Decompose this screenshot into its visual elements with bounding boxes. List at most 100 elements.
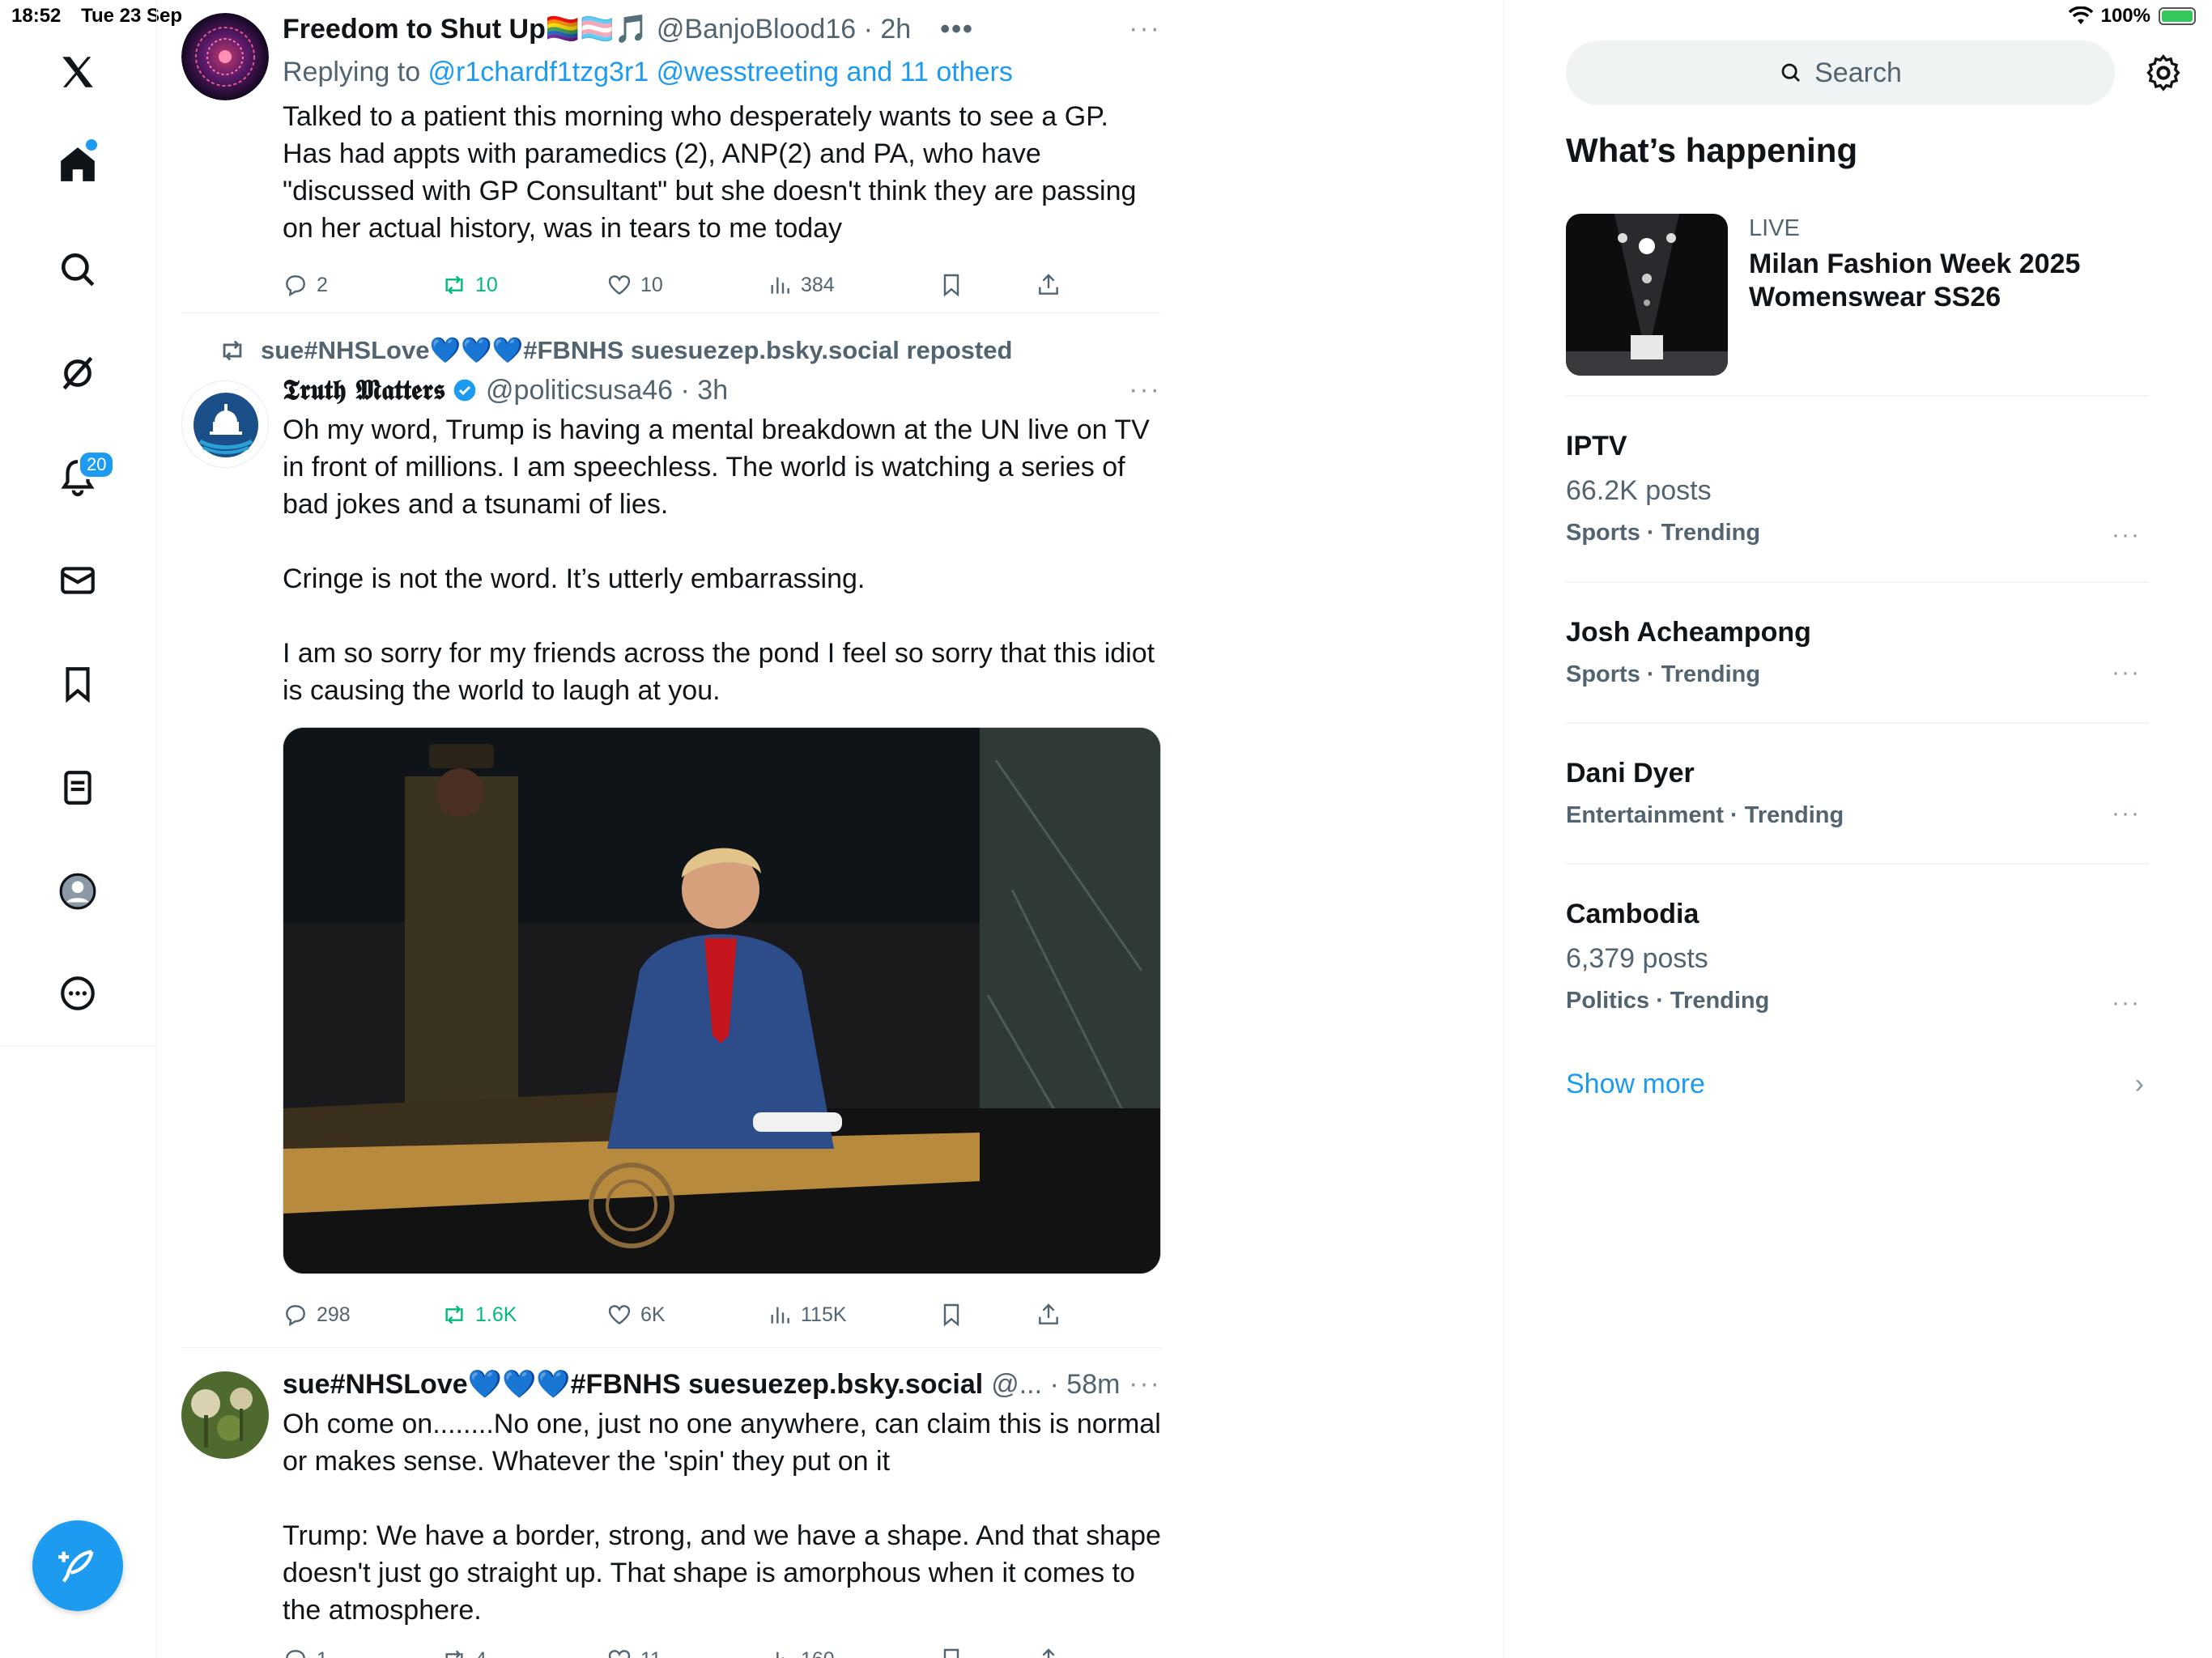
show-more-label: Show more <box>1566 1069 1705 1099</box>
search-icon <box>1781 63 1801 82</box>
repost-count: 1.6K <box>475 1303 517 1326</box>
tweet-actions: 1 4 11 160 <box>283 1643 1161 1658</box>
trend-more-icon[interactable]: ··· <box>2112 521 2141 549</box>
more-dots-icon[interactable]: ••• <box>940 14 974 45</box>
list-icon[interactable] <box>53 763 103 813</box>
tweet-text: Oh my word, Trump is having a mental bre… <box>283 414 1155 706</box>
tweet-divider <box>181 1347 1161 1348</box>
reply-count: 298 <box>317 1303 351 1326</box>
replying-to: Replying to @r1chardf1tzg3r1 @wesstreeti… <box>283 57 1161 88</box>
live-trend-title[interactable]: Milan Fashion Week 2025 Womenswear SS26 <box>1749 248 2154 314</box>
tweet-image[interactable] <box>283 727 1161 1274</box>
reply-button[interactable]: 2 <box>283 272 328 298</box>
compose-icon <box>58 1550 94 1583</box>
more-circle-icon[interactable] <box>53 968 103 1018</box>
mail-icon[interactable] <box>53 555 103 606</box>
show-more-link[interactable]: Show more › <box>1566 1069 2149 1100</box>
trend-divider <box>1566 863 2149 865</box>
repost-button[interactable]: 4 <box>441 1647 487 1658</box>
trend-item[interactable]: Cambodia 6,379 posts Politics · Trending… <box>1566 899 2149 1017</box>
trend-divider <box>1566 581 2149 583</box>
trend-context: Politics · Trending <box>1566 988 1770 1014</box>
repost-indicator: sue#NHSLove💙💙💙#FBNHS suesuezep.bsky.soci… <box>219 335 1158 365</box>
compose-button[interactable] <box>32 1520 123 1611</box>
avatar[interactable] <box>181 1371 269 1459</box>
author-name[interactable]: 𝕿𝖗𝖚𝖙𝖍 𝕸𝖆𝖙𝖙𝖊𝖗𝖘 <box>283 374 445 406</box>
gear-icon[interactable] <box>2144 53 2183 92</box>
like-button[interactable]: 10 <box>606 272 663 298</box>
trend-title: IPTV <box>1566 431 1627 461</box>
author-handle-time[interactable]: @... · 58m <box>991 1369 1120 1401</box>
tweet-more-icon[interactable]: ··· <box>1129 374 1161 406</box>
repost-button[interactable]: 10 <box>441 272 498 298</box>
bookmark-button[interactable] <box>938 1647 964 1658</box>
like-button[interactable]: 11 <box>606 1647 661 1658</box>
tweet-text: Talked to a patient this morning who des… <box>283 101 1144 244</box>
tweet-card[interactable]: Freedom to Shut Up🏳️‍🌈🏳️‍⚧️🎵 @BanjoBlood… <box>181 13 1161 304</box>
like-icon <box>608 1650 631 1658</box>
search-icon[interactable] <box>53 244 103 295</box>
like-icon <box>608 1305 631 1325</box>
avatar[interactable] <box>181 13 269 100</box>
reply-button[interactable]: 1 <box>283 1647 328 1658</box>
chevron-right-icon: › <box>2134 1069 2144 1099</box>
grok-icon[interactable] <box>53 348 103 398</box>
avatar[interactable] <box>181 380 269 468</box>
views-count: 160 <box>801 1648 835 1658</box>
trend-context: Sports · Trending <box>1566 520 1761 546</box>
bookmark-icon[interactable] <box>53 659 103 709</box>
tweet-card[interactable]: 𝕿𝖗𝖚𝖙𝖍 𝕸𝖆𝖙𝖙𝖊𝖗𝖘 @politicsusa46 · 3h Oh my … <box>181 374 1161 1329</box>
bookmark-icon <box>943 1303 959 1327</box>
repost-icon <box>445 1305 463 1324</box>
trend-more-icon[interactable]: ··· <box>2112 989 2141 1017</box>
author-name[interactable]: sue#NHSLove💙💙💙#FBNHS suesuezep.bsky.soci… <box>283 1368 983 1401</box>
tweet-card[interactable]: sue#NHSLove💙💙💙#FBNHS suesuezep.bsky.soci… <box>181 1368 1161 1658</box>
repost-by-text[interactable]: sue#NHSLove💙💙💙#FBNHS suesuezep.bsky.soci… <box>261 335 1012 365</box>
repost-button[interactable]: 1.6K <box>441 1302 517 1328</box>
trend-item[interactable]: Josh Acheampong Sports · Trending ··· <box>1566 617 2149 688</box>
bookmark-icon <box>943 1648 959 1658</box>
bookmark-icon <box>943 274 959 297</box>
tweet-divider <box>181 312 1161 313</box>
reply-button[interactable]: 298 <box>283 1302 351 1328</box>
tweet-more-icon[interactable]: ··· <box>1129 13 1161 45</box>
share-icon <box>1042 1648 1055 1658</box>
views-count: 115K <box>801 1303 847 1326</box>
trend-more-icon[interactable]: ··· <box>2112 659 2141 687</box>
share-icon <box>1039 1303 1058 1324</box>
trend-image[interactable] <box>1566 214 1728 376</box>
bookmark-button[interactable] <box>938 272 964 298</box>
trend-item[interactable]: IPTV 66.2K posts Sports · Trending ··· <box>1566 431 2149 549</box>
tweet-actions: 298 1.6K 6K 115K <box>283 1299 1161 1331</box>
like-count: 11 <box>640 1648 661 1658</box>
author-handle-time[interactable]: @BanjoBlood16 · 2h <box>657 14 911 45</box>
like-button[interactable]: 6K <box>606 1302 666 1328</box>
trend-divider <box>1566 722 2149 724</box>
views-button[interactable]: 115K <box>767 1302 847 1328</box>
views-button[interactable]: 160 <box>767 1647 835 1658</box>
bookmark-button[interactable] <box>938 1302 964 1328</box>
trend-item[interactable]: Dani Dyer Entertainment · Trending ··· <box>1566 758 2149 829</box>
views-button[interactable]: 384 <box>767 272 835 298</box>
like-icon <box>608 275 631 295</box>
views-icon <box>776 1652 785 1658</box>
share-button[interactable] <box>1036 272 1061 298</box>
share-button[interactable] <box>1036 1647 1061 1658</box>
whats-happening-title: What’s happening <box>1566 131 1858 169</box>
tweet-actions: 2 10 10 384 <box>283 269 1161 301</box>
search-input[interactable]: Search <box>1566 40 2115 105</box>
x-logo-icon[interactable] <box>53 47 103 97</box>
trend-context: Sports · Trending <box>1566 661 1761 687</box>
share-button[interactable] <box>1036 1302 1061 1328</box>
profile-icon[interactable] <box>53 866 103 916</box>
repost-count: 10 <box>475 273 498 296</box>
trend-posts: 6,379 posts <box>1566 943 1708 974</box>
author-handle-time[interactable]: @politicsusa46 · 3h <box>486 375 728 406</box>
author-name[interactable]: Freedom to Shut Up🏳️‍🌈🏳️‍⚧️🎵 <box>283 13 649 45</box>
repost-icon <box>445 275 463 295</box>
trend-more-icon[interactable]: ··· <box>2112 800 2141 827</box>
tweet-more-icon[interactable]: ··· <box>1129 1368 1161 1400</box>
reply-icon <box>286 275 305 297</box>
live-label: LIVE <box>1749 215 1800 241</box>
replying-to-link[interactable]: @r1chardf1tzg3r1 @wesstreeting and 11 ot… <box>428 57 1013 87</box>
